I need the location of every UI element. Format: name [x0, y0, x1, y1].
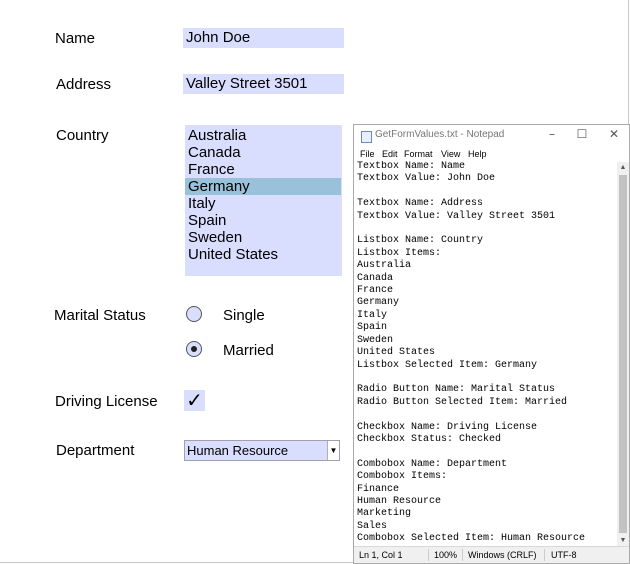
text-line: Human Resource: [357, 495, 442, 507]
checkmark-icon: ✓: [186, 388, 203, 412]
text-line: Finance: [357, 483, 400, 495]
encoding: UTF-8: [551, 550, 577, 560]
text-line: Spain: [357, 322, 388, 334]
text-line: [357, 223, 615, 235]
status-bar: Ln 1, Col 1 100% Windows (CRLF) UTF-8: [354, 546, 629, 563]
department-combobox[interactable]: Human Resource ▼: [184, 440, 340, 461]
minimize-icon[interactable]: –: [542, 127, 562, 141]
text-line: Combobox Items:: [357, 471, 448, 483]
window-title: GetFormValues.txt - Notepad: [375, 129, 505, 140]
zoom-level: 100%: [434, 550, 458, 560]
list-item[interactable]: Italy: [185, 195, 342, 212]
notepad-text-area[interactable]: Textbox Name: Name Textbox Value: John Do…: [357, 161, 615, 547]
list-item[interactable]: Sweden: [185, 229, 342, 246]
department-label: Department: [56, 442, 135, 459]
menu-edit[interactable]: Edit: [382, 149, 398, 159]
radio-selected-dot: [191, 346, 197, 352]
menu-help[interactable]: Help: [468, 149, 487, 159]
text-line: Germany: [357, 297, 400, 309]
dropdown-arrow-icon[interactable]: ▼: [327, 441, 339, 460]
line-ending: Windows (CRLF): [468, 550, 537, 560]
list-item[interactable]: Spain: [185, 212, 342, 229]
text-line: Combobox Name: Department: [357, 458, 508, 470]
text-line: Checkbox Status: Checked: [357, 433, 502, 445]
text-line: [357, 186, 615, 198]
text-line: Italy: [357, 309, 388, 321]
combobox-value: Human Resource: [187, 443, 289, 458]
menu-file[interactable]: File: [360, 149, 375, 159]
notepad-window: GetFormValues.txt - Notepad – ☐ ✕ File E…: [353, 124, 630, 564]
married-radio[interactable]: [186, 341, 202, 357]
text-line: Listbox Name: Country: [357, 235, 484, 247]
name-label: Name: [55, 30, 96, 47]
scrollbar-thumb[interactable]: [619, 175, 627, 533]
maximize-icon[interactable]: ☐: [572, 127, 592, 141]
address-label: Address: [56, 76, 112, 93]
text-line: Australia: [357, 260, 412, 272]
text-line: Checkbox Name: Driving License: [357, 421, 538, 433]
single-radio-label[interactable]: Single: [223, 307, 265, 324]
text-line: [357, 446, 615, 458]
name-textbox[interactable]: John Doe: [183, 28, 344, 48]
notepad-icon: [361, 131, 372, 143]
list-item-selected[interactable]: Germany: [185, 178, 341, 195]
married-radio-label[interactable]: Married: [223, 342, 274, 359]
list-item[interactable]: Australia: [185, 127, 342, 144]
text-line: Combobox Selected Item: Human Resource: [357, 533, 586, 545]
country-listbox[interactable]: Australia Canada France Germany Italy Sp…: [185, 125, 342, 276]
text-line: [357, 409, 615, 421]
menu-view[interactable]: View: [441, 149, 460, 159]
text-line: Textbox Name: Address: [357, 198, 484, 210]
list-item[interactable]: Canada: [185, 144, 342, 161]
cursor-position: Ln 1, Col 1: [359, 550, 403, 560]
text-line: Radio Button Name: Marital Status: [357, 384, 556, 396]
menu-format[interactable]: Format: [404, 149, 433, 159]
driving-license-label: Driving License: [55, 393, 158, 410]
text-line: Marketing: [357, 508, 412, 520]
menu-bar: File Edit Format View Help: [354, 147, 629, 162]
address-textbox[interactable]: Valley Street 3501: [183, 74, 344, 94]
marital-status-label: Marital Status: [54, 307, 146, 324]
driving-license-checkbox[interactable]: ✓: [184, 390, 205, 411]
text-line: Sweden: [357, 334, 394, 346]
scroll-up-icon[interactable]: ▲: [617, 162, 629, 174]
text-line: Canada: [357, 272, 394, 284]
country-label: Country: [56, 127, 109, 144]
text-line: Listbox Items:: [357, 247, 442, 259]
text-line: United States: [357, 347, 436, 359]
single-radio[interactable]: [186, 306, 202, 322]
notepad-titlebar[interactable]: GetFormValues.txt - Notepad – ☐ ✕: [354, 125, 629, 147]
text-line: Radio Button Selected Item: Married: [357, 396, 568, 408]
text-line: Textbox Value: Valley Street 3501: [357, 210, 556, 222]
text-line: Textbox Value: John Doe: [357, 173, 496, 185]
text-line: France: [357, 285, 394, 297]
vertical-scrollbar[interactable]: ▲ ▼: [617, 162, 629, 547]
close-icon[interactable]: ✕: [604, 127, 624, 141]
list-item[interactable]: United States: [185, 246, 342, 263]
list-item[interactable]: France: [185, 161, 342, 178]
text-line: Textbox Name: Name: [357, 161, 466, 172]
text-line: Sales: [357, 520, 388, 532]
text-line: [357, 372, 615, 384]
text-line: Listbox Selected Item: Germany: [357, 359, 538, 371]
